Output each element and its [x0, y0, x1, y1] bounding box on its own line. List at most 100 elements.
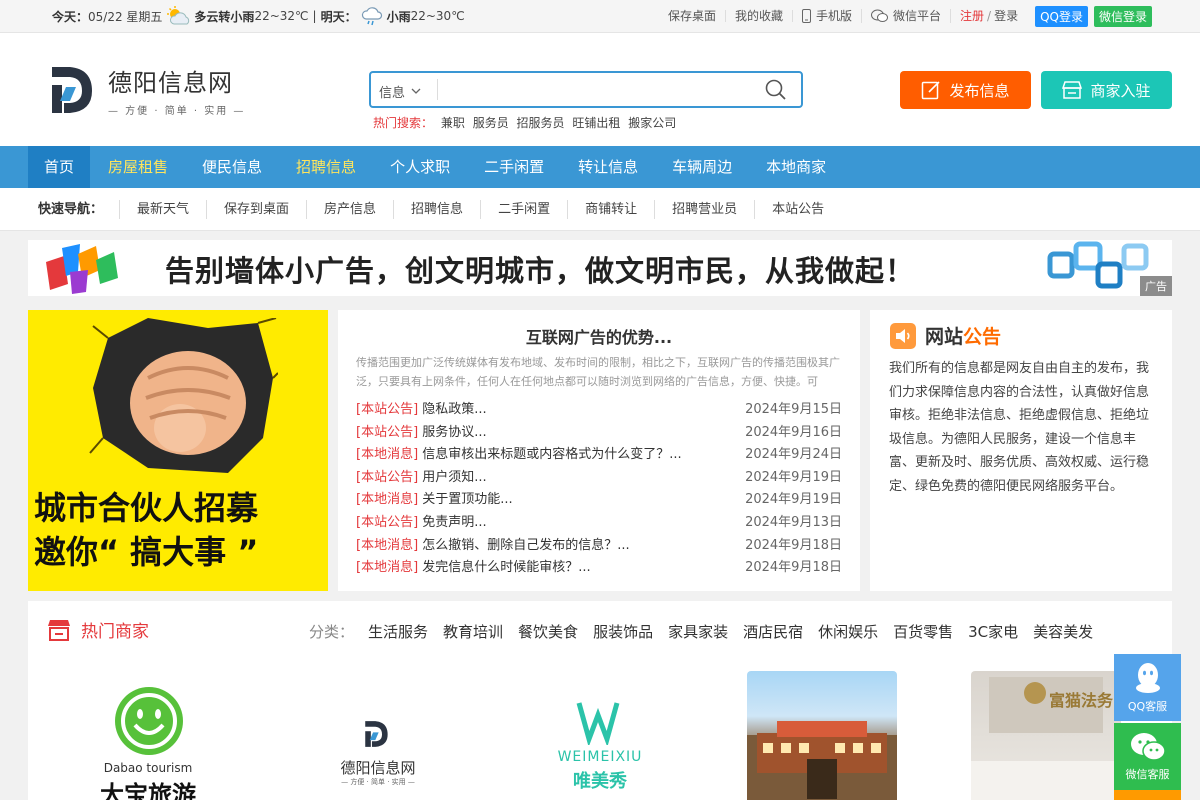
hot-search-term[interactable]: 招服务员: [517, 116, 565, 130]
category-item[interactable]: 酒店民宿: [743, 621, 803, 642]
news-title: 发完信息什么时候能审核？...: [422, 560, 591, 576]
news-item[interactable]: [本站公告] 隐私政策... 2024年9月15日: [356, 399, 842, 422]
news-tag: [本地消息]: [356, 560, 419, 576]
category-item[interactable]: 服装饰品: [593, 621, 653, 642]
news-headline[interactable]: 互联网广告的优势...: [338, 324, 860, 348]
save-desktop-link[interactable]: 保存桌面: [659, 10, 726, 22]
category-item[interactable]: 家具家装: [668, 621, 728, 642]
site-notice-panel: 网站 公告 我们所有的信息都是网友自由自主的发布，我们力求保障信息内容的合法性，认…: [870, 310, 1172, 591]
hot-search-term[interactable]: 服务员: [473, 116, 509, 130]
side-service-extra[interactable]: [1114, 790, 1181, 800]
category-item[interactable]: 生活服务: [368, 621, 428, 642]
search-input[interactable]: [443, 77, 743, 102]
nav-convenience[interactable]: 便民信息: [186, 146, 278, 188]
news-item[interactable]: [本地消息] 怎么撤销、删除自己发布的信息？... 2024年9月18日: [356, 535, 842, 558]
nav-local-merchants[interactable]: 本地商家: [750, 146, 842, 188]
hot-merchants-section: 热门商家 分类： 生活服务 教育培训 餐饮美食 服装饰品 家具家装 酒店民宿 休…: [28, 601, 1172, 800]
news-date: 2024年9月18日: [745, 537, 842, 553]
merchant-join-button[interactable]: 商家入驻: [1041, 71, 1172, 109]
quick-nav-label: 快速导航：: [38, 202, 104, 217]
search-icon: [765, 79, 787, 105]
news-item[interactable]: [本站公告] 用户须知... 2024年9月19日: [356, 467, 842, 490]
merchant-card[interactable]: 德阳信息网 — 方便 · 简单 · 实用 —: [303, 671, 453, 800]
news-date: 2024年9月24日: [745, 447, 842, 463]
publish-info-button[interactable]: 发布信息: [900, 71, 1031, 109]
news-item[interactable]: [本站公告] 服务协议... 2024年9月16日: [356, 422, 842, 445]
hot-search-term[interactable]: 搬家公司: [628, 116, 676, 130]
wechat-platform-link[interactable]: 微信平台: [862, 9, 951, 23]
nav-jobs[interactable]: 招聘信息: [280, 146, 372, 188]
quick-nav-item[interactable]: 最新天气: [119, 200, 206, 219]
speaker-icon: [890, 322, 916, 349]
category-label: 分类：: [309, 623, 355, 641]
store-icon: [1062, 81, 1090, 99]
merchant-card[interactable]: Dabao tourism 大宝旅游: [85, 671, 235, 800]
qq-icon: [1134, 662, 1162, 694]
search-button[interactable]: [765, 79, 787, 101]
category-item[interactable]: 教育培训: [443, 621, 503, 642]
wechat-login-button[interactable]: 微信登录: [1093, 5, 1152, 27]
nav-job-seeking[interactable]: 个人求职: [374, 146, 466, 188]
tomorrow-temp: 22~30℃: [410, 9, 465, 23]
ad-banner[interactable]: 告别墙体小广告，创文明城市，做文明市民，从我做起！ 广告: [28, 240, 1172, 296]
qq-service-button[interactable]: QQ客服: [1114, 654, 1181, 721]
quick-nav-item[interactable]: 商铺转让: [567, 200, 654, 219]
site-logo[interactable]: 德阳信息网 — 方便 · 简单 · 实用 —: [48, 63, 245, 117]
favorites-link[interactable]: 我的收藏: [726, 10, 793, 22]
side-service: QQ客服 微信客服: [1114, 654, 1181, 800]
merchant-card[interactable]: WEIMEIXIU 唯美秀: [525, 671, 675, 800]
quick-nav-item[interactable]: 本站公告: [754, 200, 841, 219]
promo-line-2: 邀你“ 搞大事 ”: [34, 533, 259, 571]
nav-secondhand[interactable]: 二手闲置: [468, 146, 560, 188]
qq-login-button[interactable]: QQ登录: [1035, 5, 1088, 27]
rain-cloud-icon: [360, 5, 384, 27]
news-title: 怎么撤销、删除自己发布的信息？...: [422, 537, 630, 553]
wm-logo-icon: [575, 699, 621, 749]
category-item[interactable]: 美容美发: [1033, 621, 1093, 642]
quick-nav-item[interactable]: 招聘信息: [393, 200, 480, 219]
today-temp: 22~32℃: [254, 9, 309, 23]
news-panel: 互联网广告的优势... 传播范围更加广泛传统媒体有发布地域、发布时间的限制，相比…: [338, 310, 860, 591]
category-item[interactable]: 百货零售: [893, 621, 953, 642]
news-item[interactable]: [本地消息] 发完信息什么时候能审核？... 2024年9月18日: [356, 557, 842, 580]
news-item[interactable]: [本地消息] 关于置顶功能... 2024年9月19日: [356, 489, 842, 512]
logo-slogan: — 方便 · 简单 · 实用 —: [108, 106, 246, 117]
news-item[interactable]: [本站公告] 免责声明... 2024年9月13日: [356, 512, 842, 535]
hot-search-term[interactable]: 兼职: [441, 116, 465, 130]
logo-mark-icon: [48, 65, 98, 115]
wechat-service-button[interactable]: 微信客服: [1114, 723, 1181, 790]
merchant-name: 唯美秀: [573, 771, 627, 792]
news-date: 2024年9月19日: [745, 469, 842, 485]
login-link[interactable]: 登录: [994, 10, 1018, 22]
notice-title-a: 网站: [925, 326, 964, 348]
nav-transfer[interactable]: 转让信息: [562, 146, 654, 188]
notice-title-b: 公告: [963, 326, 1002, 348]
quick-nav-item[interactable]: 保存到桌面: [206, 200, 306, 219]
merchant-card-photo[interactable]: 富猫法务: [971, 671, 1121, 800]
category-item[interactable]: 餐饮美食: [518, 621, 578, 642]
nav-home[interactable]: 首页: [28, 146, 91, 188]
account-slash: /: [987, 9, 992, 23]
ad-tag: 广告: [1140, 276, 1172, 296]
partner-recruit-promo[interactable]: 城市合伙人招募 邀你“ 搞大事 ”: [28, 310, 328, 591]
nav-housing[interactable]: 房屋租售: [92, 146, 184, 188]
quick-nav-item[interactable]: 二手闲置: [480, 200, 567, 219]
wechat-icon: [1130, 732, 1166, 762]
news-tag: [本站公告]: [356, 424, 419, 440]
search-category-select[interactable]: 信息: [379, 82, 421, 101]
wechat-platform-label: 微信平台: [892, 9, 941, 23]
nav-vehicles[interactable]: 车辆周边: [656, 146, 748, 188]
cloud-sun-icon: [166, 5, 192, 27]
news-item[interactable]: [本地消息] 信息审核出来标题或内容格式为什么变了？... 2024年9月24日: [356, 444, 842, 467]
hot-search-term[interactable]: 旺铺出租: [572, 116, 620, 130]
merchant-card-photo[interactable]: [747, 671, 897, 800]
quick-nav-item[interactable]: 招聘营业员: [654, 200, 754, 219]
quick-nav-item[interactable]: 房产信息: [306, 200, 393, 219]
mobile-link[interactable]: 手机版: [793, 9, 862, 23]
news-tag: [本站公告]: [356, 514, 419, 530]
hot-merchants-title: 热门商家: [81, 622, 149, 642]
category-item[interactable]: 3C家电: [968, 621, 1018, 642]
category-item[interactable]: 休闲娱乐: [818, 621, 878, 642]
news-list: [本站公告] 隐私政策... 2024年9月15日 [本站公告] 服务协议... 2…: [356, 399, 842, 580]
register-link[interactable]: 注册: [960, 10, 984, 22]
